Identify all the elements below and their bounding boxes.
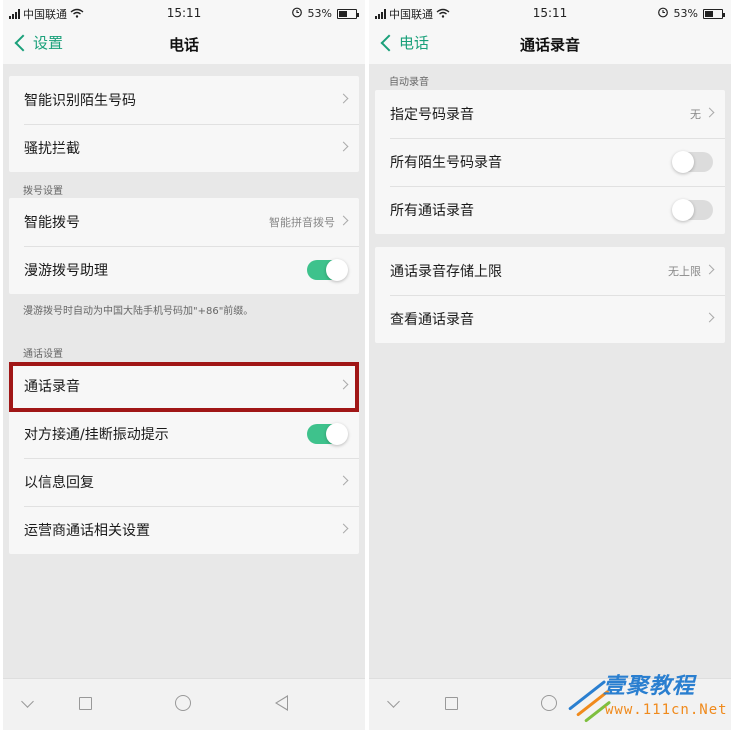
status-bar: 中国联通 15:11 53% [3,0,365,26]
list-item-value: 无上限 [668,265,701,278]
list-item-view-recordings[interactable]: 查看通话录音 [375,295,725,343]
list-item-roaming-dial: 漫游拨号助理 [9,246,359,294]
list-item-value: 智能拼音拨号 [269,216,335,229]
record-strangers-toggle[interactable] [672,151,713,173]
nav-bar: 电话 通话录音 [369,26,731,64]
roaming-toggle[interactable] [307,259,348,281]
battery-icon [703,8,725,19]
list-item-label: 漫游拨号助理 [24,263,108,279]
list-item-label: 以信息回复 [24,475,94,491]
chevron-right-icon [704,312,715,323]
recent-apps-icon[interactable] [445,697,458,710]
alarm-icon [657,6,669,21]
highlight-box [9,362,359,412]
vibrate-toggle[interactable] [307,423,348,445]
list-item-smart-dial[interactable]: 智能拨号 智能拼音拨号 [9,198,359,246]
watermark-url: www.111cn.Net [605,702,728,718]
system-nav-bar [3,678,365,730]
list-item-label: 通话录音存储上限 [390,264,502,280]
chevron-right-icon [338,141,349,152]
status-bar: 中国联通 15:11 53% [369,0,731,26]
settings-group: 智能拨号 智能拼音拨号 漫游拨号助理 [9,198,359,294]
list-item-label: 对方接通/挂断振动提示 [24,427,169,443]
section-header-dial: 拨号设置 [23,186,63,197]
list-item-label: 智能拨号 [24,215,80,231]
list-item-reply-message[interactable]: 以信息回复 [9,458,359,506]
watermark-logo: 壹聚教程 www.111cn.Net [565,668,728,726]
alarm-icon [291,6,303,21]
nav-bar: 设置 电话 [3,26,365,64]
list-item-value: 无 [690,108,701,121]
chevron-right-icon [704,264,715,275]
list-item-label: 运营商通话相关设置 [24,523,150,539]
battery-icon [337,8,359,19]
list-item-specified-number[interactable]: 指定号码录音 无 [375,90,725,138]
chevron-right-icon [704,107,715,118]
back-icon[interactable] [275,695,288,711]
list-item-smart-identify[interactable]: 智能识别陌生号码 [9,76,359,124]
home-icon[interactable] [175,695,191,711]
section-header-call: 通话设置 [23,349,63,360]
chevron-right-icon [338,523,349,534]
list-item-harassment-block[interactable]: 骚扰拦截 [9,124,359,172]
settings-group: 智能识别陌生号码 骚扰拦截 [9,76,359,172]
page-title: 通话录音 [519,36,580,54]
list-item-record-all: 所有通话录音 [375,186,725,234]
list-item-label: 查看通话录音 [390,312,474,328]
battery-percent: 53% [673,7,698,20]
chevron-down-icon[interactable] [21,695,34,708]
list-item-label: 骚扰拦截 [24,141,80,157]
list-item-label: 所有陌生号码录音 [390,155,502,171]
chevron-right-icon [338,215,349,226]
list-item-storage-limit[interactable]: 通话录音存储上限 无上限 [375,247,725,295]
list-item-carrier-settings[interactable]: 运营商通话相关设置 [9,506,359,554]
record-all-toggle[interactable] [672,199,713,221]
list-item-label: 智能识别陌生号码 [24,93,136,109]
battery-percent: 53% [307,7,332,20]
roaming-note: 漫游拨号时自动为中国大陆手机号码加"+86"前缀。 [23,306,254,317]
list-item-label: 所有通话录音 [390,203,474,219]
phone-settings-screen: 中国联通 15:11 53% 设置 电话 智能识别陌生号码 骚扰拦截 拨号设置 … [3,0,365,730]
list-item-vibrate-hint: 对方接通/挂断振动提示 [9,410,359,458]
list-item-label: 指定号码录音 [390,107,474,123]
recent-apps-icon[interactable] [79,697,92,710]
settings-group: 通话录音存储上限 无上限 查看通话录音 [375,247,725,343]
chevron-right-icon [338,475,349,486]
home-icon[interactable] [541,695,557,711]
watermark-name: 壹聚教程 [603,674,696,699]
call-recording-screen: 中国联通 15:11 53% 电话 通话录音 自动录音 指定号码录音 无 所有陌… [369,0,731,730]
list-item-record-strangers: 所有陌生号码录音 [375,138,725,186]
section-header-auto: 自动录音 [389,77,429,88]
chevron-right-icon [338,93,349,104]
page-title: 电话 [168,36,199,54]
settings-group: 指定号码录音 无 所有陌生号码录音 所有通话录音 [375,90,725,234]
chevron-down-icon[interactable] [387,695,400,708]
